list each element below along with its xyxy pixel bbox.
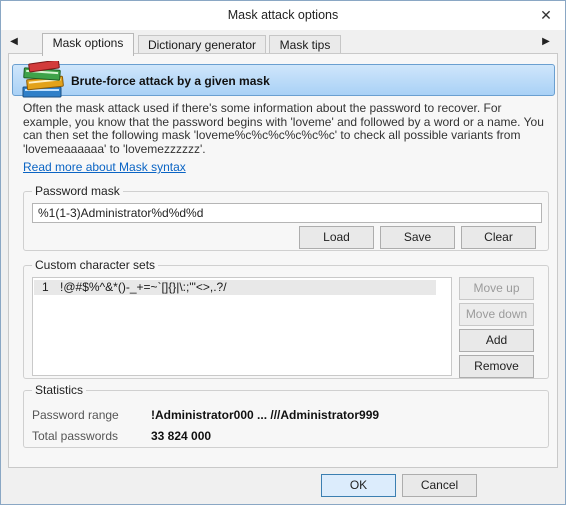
charset-row[interactable]: 1 !@#$%^&*()-_+=~`[]{}|\:;"'<>,.?/ (34, 280, 436, 295)
tab-mask-options[interactable]: Mask options (42, 33, 134, 56)
password-mask-input[interactable]: %1(1-3)Administrator%d%d%d (32, 203, 542, 223)
tab-mask-tips[interactable]: Mask tips (269, 35, 341, 55)
books-icon (22, 61, 64, 98)
total-passwords-value: 33 824 000 (151, 429, 212, 443)
statistics-group: Statistics Password range !Administrator… (23, 383, 549, 448)
ok-button[interactable]: OK (321, 474, 396, 497)
password-mask-label: Password mask (32, 184, 123, 198)
charset-row-value: !@#$%^&*()-_+=~`[]{}|\:;"'<>,.?/ (60, 280, 227, 294)
charset-list[interactable]: 1 !@#$%^&*()-_+=~`[]{}|\:;"'<>,.?/ (32, 277, 452, 376)
description-text: Often the mask attack used if there's so… (23, 101, 544, 156)
password-range-label: Password range (32, 408, 119, 422)
remove-button[interactable]: Remove (459, 355, 534, 378)
charset-row-number: 1 (42, 280, 49, 294)
statistics-label: Statistics (32, 383, 87, 397)
custom-charsets-label: Custom character sets (32, 258, 159, 272)
tab-scroll-right-icon[interactable]: ▶ (540, 35, 552, 49)
clear-button[interactable]: Clear (461, 226, 536, 249)
add-button[interactable]: Add (459, 329, 534, 352)
password-mask-group: Password mask %1(1-3)Administrator%d%d%d… (23, 184, 549, 251)
section-banner: Brute-force attack by a given mask (12, 61, 555, 98)
tab-content: Brute-force attack by a given mask Often… (8, 53, 558, 468)
total-passwords-label: Total passwords (32, 429, 119, 443)
close-icon[interactable]: ✕ (535, 4, 557, 26)
load-button[interactable]: Load (299, 226, 374, 249)
title-bar: Mask attack options ✕ (1, 1, 565, 30)
tab-strip: ◀ Mask options Dictionary generator Mask… (1, 30, 565, 56)
window-title: Mask attack options (227, 8, 339, 22)
tab-scroll-left-icon[interactable]: ◀ (8, 35, 20, 49)
cancel-button[interactable]: Cancel (402, 474, 477, 497)
move-up-button[interactable]: Move up (459, 277, 534, 300)
move-down-button[interactable]: Move down (459, 303, 534, 326)
tab-dictionary-generator[interactable]: Dictionary generator (138, 35, 266, 55)
banner-title: Brute-force attack by a given mask (71, 74, 270, 88)
dialog-window: Mask attack options ✕ ◀ Mask options Dic… (0, 0, 566, 505)
password-range-value: !Administrator000 ... ///Administrator99… (151, 408, 380, 422)
mask-syntax-link[interactable]: Read more about Mask syntax (23, 160, 186, 174)
save-button[interactable]: Save (380, 226, 455, 249)
custom-charsets-group: Custom character sets 1 !@#$%^&*()-_+=~`… (23, 258, 549, 379)
